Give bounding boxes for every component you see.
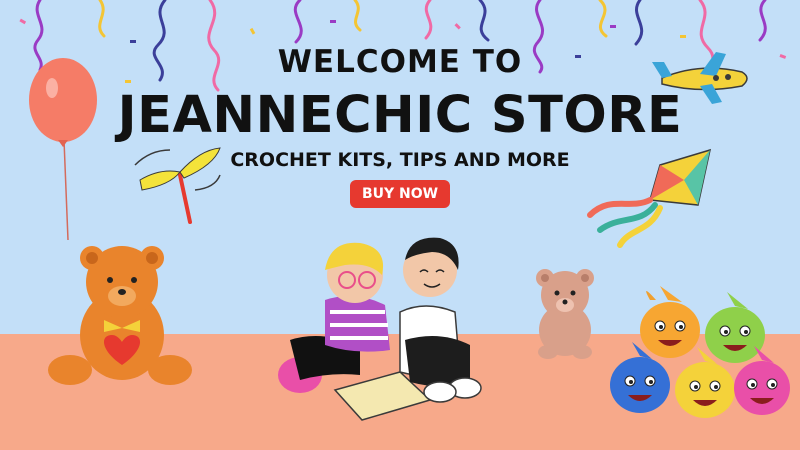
baby-shark-plush-icon	[610, 286, 790, 418]
heading-welcome: WELCOME TO	[277, 44, 523, 80]
subheading: CROCHET KITS, TIPS AND MORE	[230, 149, 570, 171]
store-banner: WELCOME TO JEANNECHIC STORE CROCHET KITS…	[0, 0, 800, 450]
buy-now-button[interactable]: BUY NOW	[350, 180, 450, 208]
kids-reading-illustration	[278, 237, 482, 421]
heading-store-name: JEANNECHIC STORE	[117, 86, 683, 145]
teddy-bear-icon	[48, 246, 192, 385]
small-teddy-bear-icon	[536, 269, 594, 359]
